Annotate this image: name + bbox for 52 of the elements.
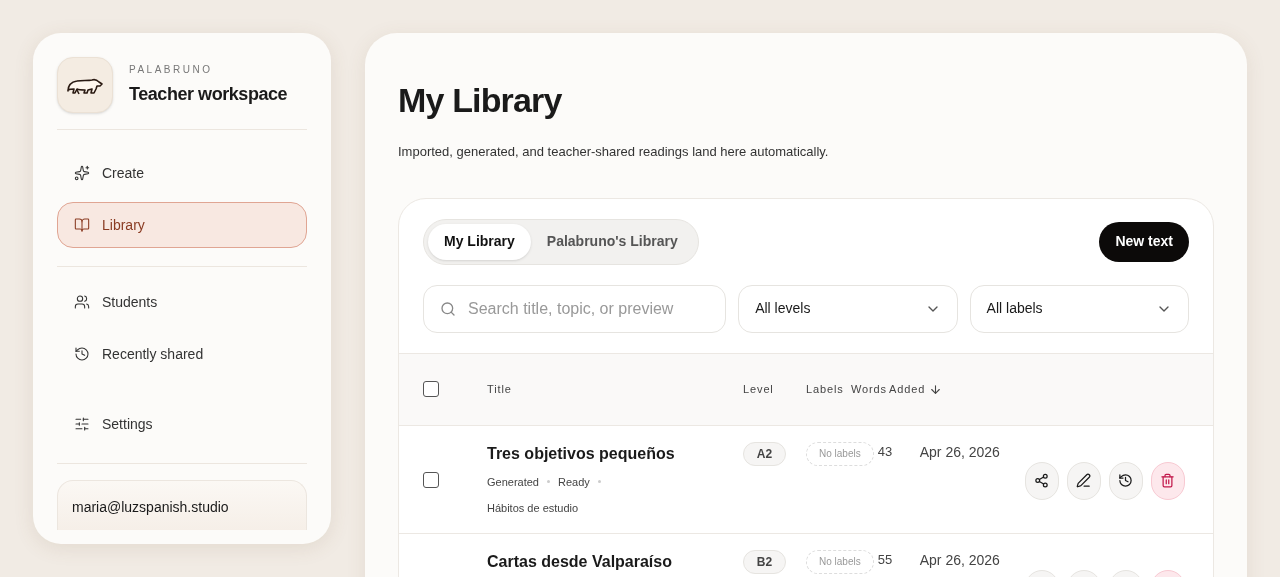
history-icon bbox=[74, 346, 90, 362]
sliders-icon bbox=[74, 416, 90, 432]
column-header: Words bbox=[851, 381, 888, 397]
column-header: Title bbox=[487, 381, 513, 397]
checkbox[interactable] bbox=[423, 381, 439, 397]
tab[interactable]: Palabruno's Library bbox=[530, 223, 694, 260]
nav-item[interactable]: Recently shared bbox=[57, 331, 307, 377]
history-button[interactable] bbox=[1108, 461, 1143, 500]
share-button[interactable] bbox=[1024, 461, 1059, 500]
dot-separator bbox=[597, 480, 601, 484]
meta-text: Generated bbox=[487, 474, 539, 490]
added-date: Apr 26, 2026 bbox=[919, 442, 1001, 462]
workspace-title: Teacher workspace bbox=[129, 83, 288, 106]
meta-text: Ready bbox=[558, 474, 590, 490]
delete-button[interactable] bbox=[1150, 461, 1185, 500]
text-title[interactable]: Tres objetivos pequeños bbox=[487, 441, 743, 466]
trash-icon bbox=[1160, 473, 1176, 488]
arrow-down-icon bbox=[929, 382, 943, 396]
nav-item[interactable]: Settings bbox=[57, 401, 307, 447]
word-count: 55 bbox=[876, 550, 894, 569]
users-icon bbox=[74, 294, 90, 310]
column-header: Labels bbox=[806, 381, 845, 397]
filter-dropdown[interactable]: All labels bbox=[969, 284, 1189, 333]
level-badge: A2 bbox=[743, 441, 786, 466]
new-text-button[interactable]: New text bbox=[1099, 221, 1189, 262]
nav-item[interactable]: Students bbox=[57, 279, 307, 325]
account-card[interactable]: maria@luzspanish.studio bbox=[57, 480, 307, 530]
search-field[interactable]: Search title, topic, or preview bbox=[423, 284, 727, 333]
search-icon bbox=[440, 300, 456, 317]
share-icon bbox=[1034, 473, 1050, 488]
dot-separator bbox=[547, 480, 550, 484]
nav-item[interactable]: Library bbox=[57, 202, 307, 248]
pencil-icon bbox=[1076, 473, 1092, 488]
column-header[interactable]: Added bbox=[889, 380, 943, 398]
filter-dropdown[interactable]: All levels bbox=[738, 284, 958, 333]
checkbox[interactable] bbox=[423, 471, 439, 488]
brand-name: PALABRUNO bbox=[129, 63, 214, 77]
page-subtitle: Imported, generated, and teacher-shared readings land here automatically. bbox=[398, 143, 830, 161]
text-title[interactable]: Cartas desde Valparaíso bbox=[487, 549, 743, 574]
level-badge: B2 bbox=[743, 549, 786, 574]
added-date: Apr 26, 2026 bbox=[919, 550, 1001, 570]
sparkles-icon bbox=[74, 165, 90, 181]
word-count: 43 bbox=[876, 442, 894, 461]
edit-button[interactable] bbox=[1066, 461, 1101, 500]
topic-text: Hábitos de estudio bbox=[487, 501, 580, 516]
tab[interactable]: My Library bbox=[428, 223, 531, 260]
search-input[interactable]: Search title, topic, or preview bbox=[468, 296, 710, 321]
column-header: Level bbox=[743, 381, 775, 397]
history-icon bbox=[1118, 473, 1134, 488]
book-icon bbox=[74, 217, 90, 233]
page-title: My Library bbox=[398, 80, 563, 121]
nav-item[interactable]: Create bbox=[57, 150, 307, 196]
